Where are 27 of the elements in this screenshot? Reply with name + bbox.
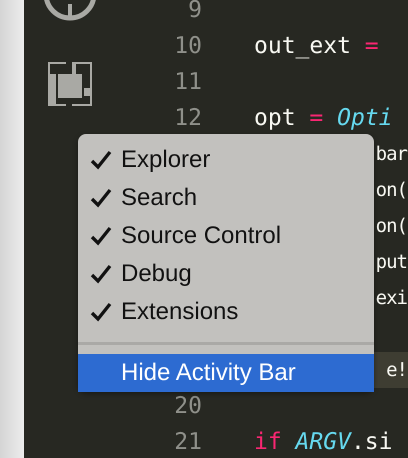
menu-item[interactable]: Search xyxy=(78,179,374,217)
line-number: 11 xyxy=(173,69,202,95)
line-number: 10 xyxy=(173,33,202,59)
menu-item[interactable]: Explorer xyxy=(78,141,374,179)
menu-item[interactable]: Source Control xyxy=(78,217,374,255)
menu-item[interactable]: Debug xyxy=(78,255,374,293)
menu-item-label: Source Control xyxy=(121,222,282,250)
code-line: opt = Opti xyxy=(254,105,392,131)
menu-item-label: Explorer xyxy=(121,146,210,174)
code-fragment: exi xyxy=(376,287,408,309)
code-fragment: put xyxy=(376,251,408,273)
menu-item-label: Extensions xyxy=(121,298,238,326)
extensions-icon[interactable] xyxy=(48,62,92,106)
code-fragment: on( xyxy=(376,215,408,237)
menu-item-label: Debug xyxy=(121,260,192,288)
line-number: 20 xyxy=(173,393,202,419)
code-line: out_ext = xyxy=(254,33,379,59)
code-line: if ARGV.si xyxy=(254,429,392,455)
menu-item[interactable]: Extensions xyxy=(78,293,374,331)
line-number: 21 xyxy=(173,429,202,455)
line-number: 9 xyxy=(187,0,202,23)
line-number: 12 xyxy=(173,105,202,131)
menu-item-label: Search xyxy=(121,184,198,212)
code-fragment: e! xyxy=(386,359,408,381)
code-fragment: bar xyxy=(376,143,408,165)
code-fragment: on( xyxy=(376,179,408,201)
menu-item[interactable]: Hide Activity Bar xyxy=(78,354,374,392)
